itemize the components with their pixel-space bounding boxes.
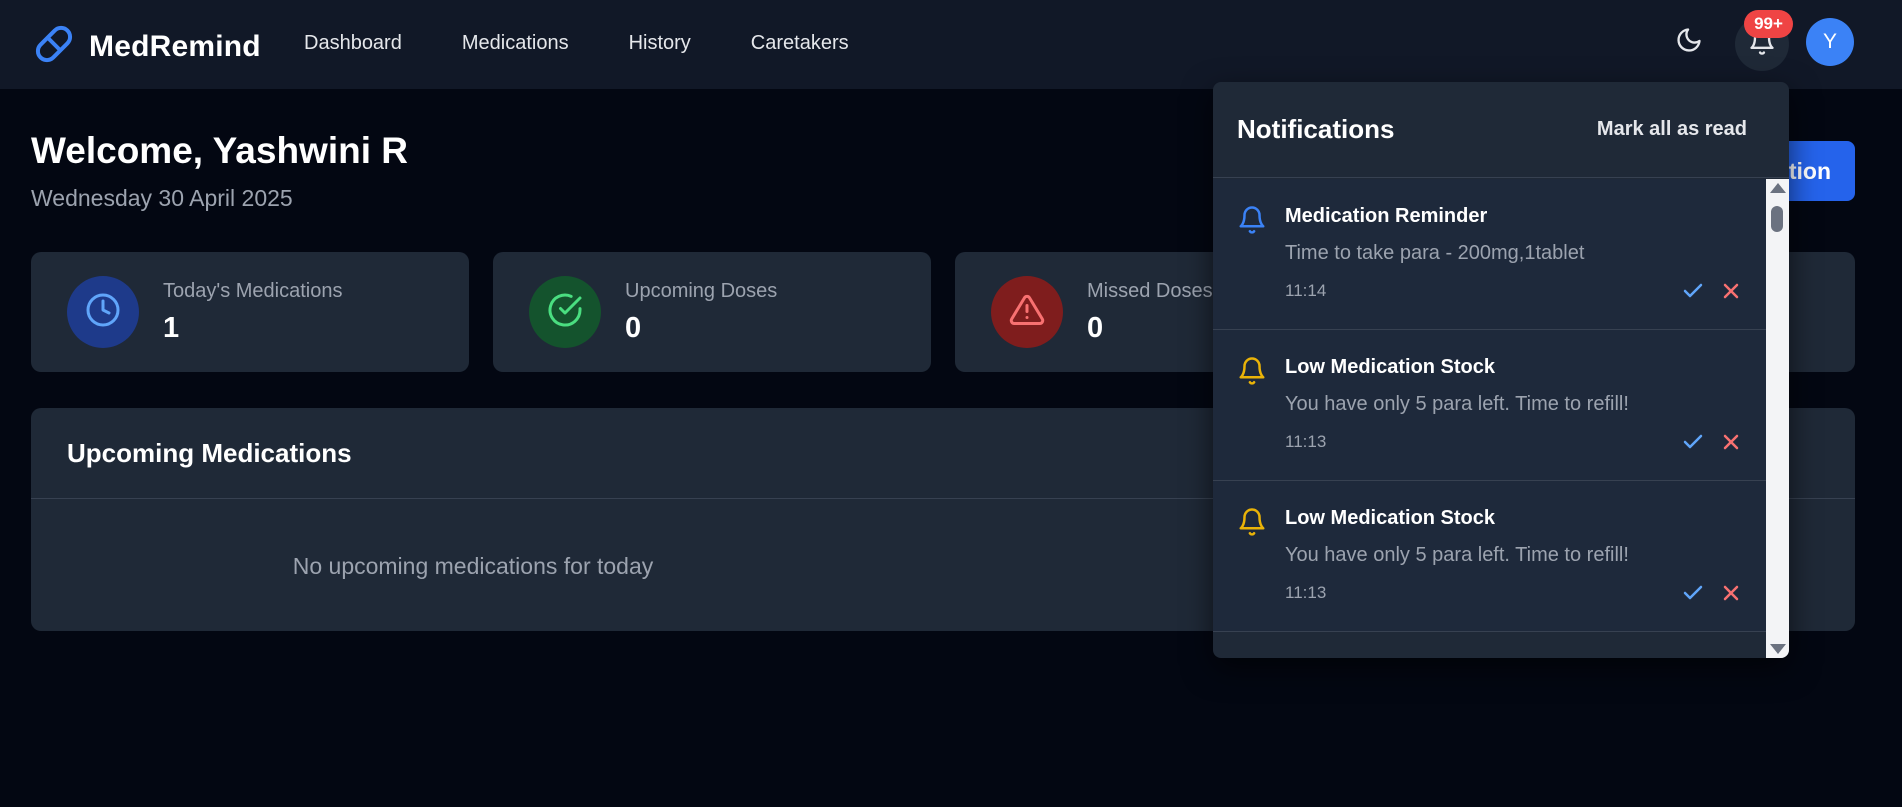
mark-read-check-icon[interactable] xyxy=(1681,581,1705,605)
notification-time: 11:13 xyxy=(1285,432,1327,451)
theme-toggle-button[interactable] xyxy=(1672,25,1706,59)
notifications-scrollbar[interactable] xyxy=(1766,179,1789,658)
notification-message: You have only 5 para left. Time to refil… xyxy=(1285,393,1629,415)
dismiss-close-icon[interactable] xyxy=(1719,581,1743,605)
stat-icon-wrap xyxy=(529,276,601,348)
bell-icon xyxy=(1237,205,1267,235)
stat-card-todays-medications: Today's Medications 1 xyxy=(31,252,469,372)
check-circle-icon xyxy=(547,292,583,333)
mark-all-read-button[interactable]: Mark all as read xyxy=(1597,118,1747,141)
current-date: Wednesday 30 April 2025 xyxy=(31,185,293,211)
notification-title: Medication Reminder xyxy=(1285,205,1488,227)
notification-message: Time to take para - 200mg,1tablet xyxy=(1285,242,1585,264)
dismiss-close-icon[interactable] xyxy=(1719,430,1743,454)
welcome-heading: Welcome, Yashwini R xyxy=(31,130,408,171)
brand-logo[interactable]: MedRemind xyxy=(31,21,261,72)
notification-message: You have only 5 para left. Time to refil… xyxy=(1285,544,1629,566)
pill-icon xyxy=(31,21,77,72)
stat-value: 0 xyxy=(625,312,642,344)
app-name: MedRemind xyxy=(89,29,261,63)
nav-dashboard[interactable]: Dashboard xyxy=(304,32,402,55)
stat-card-upcoming-doses: Upcoming Doses 0 xyxy=(493,252,931,372)
stat-label: Today's Medications xyxy=(163,280,343,302)
user-avatar[interactable]: Y xyxy=(1806,18,1854,66)
notification-item[interactable]: Medication Reminder Time to take para - … xyxy=(1213,179,1766,330)
nav-medications[interactable]: Medications xyxy=(462,32,569,55)
notifications-list: Medication Reminder Time to take para - … xyxy=(1213,179,1766,658)
clock-icon xyxy=(85,292,121,333)
upcoming-title: Upcoming Medications xyxy=(67,438,352,468)
notification-title: Low Medication Stock xyxy=(1285,356,1496,378)
notification-count-badge: 99+ xyxy=(1744,10,1793,38)
stat-icon-wrap xyxy=(67,276,139,348)
scroll-thumb[interactable] xyxy=(1771,206,1783,232)
nav-history[interactable]: History xyxy=(629,32,691,55)
stat-icon-wrap xyxy=(991,276,1063,348)
notification-time: 11:14 xyxy=(1285,281,1327,300)
main-nav: Dashboard Medications History Caretakers xyxy=(304,32,849,55)
nav-caretakers[interactable]: Caretakers xyxy=(751,32,849,55)
notification-item[interactable]: Low Medication Stock You have only 5 par… xyxy=(1213,481,1766,632)
notification-item[interactable]: Low Medication Stock You have only 5 par… xyxy=(1213,330,1766,481)
mark-read-check-icon[interactable] xyxy=(1681,279,1705,303)
notification-time: 11:13 xyxy=(1285,583,1327,602)
scroll-up-arrow-icon[interactable] xyxy=(1770,183,1786,193)
notifications-title: Notifications xyxy=(1237,114,1395,144)
notification-title: Low Medication Stock xyxy=(1285,507,1496,529)
scroll-down-arrow-icon[interactable] xyxy=(1770,644,1786,654)
top-navbar: MedRemind Dashboard Medications History … xyxy=(0,0,1902,89)
bell-icon xyxy=(1237,507,1267,537)
stat-value: 0 xyxy=(1087,312,1104,344)
stat-value: 1 xyxy=(163,312,180,344)
notifications-dropdown: Notifications Mark all as read Medicatio… xyxy=(1213,82,1789,658)
warning-icon xyxy=(1009,292,1045,333)
mark-read-check-icon[interactable] xyxy=(1681,430,1705,454)
notifications-header: Notifications Mark all as read xyxy=(1213,82,1789,178)
add-medication-label: tion xyxy=(1788,157,1831,184)
moon-icon xyxy=(1675,26,1703,59)
stat-label: Missed Doses xyxy=(1087,280,1213,302)
dismiss-close-icon[interactable] xyxy=(1719,279,1743,303)
bell-icon xyxy=(1237,356,1267,386)
stat-label: Upcoming Doses xyxy=(625,280,778,302)
